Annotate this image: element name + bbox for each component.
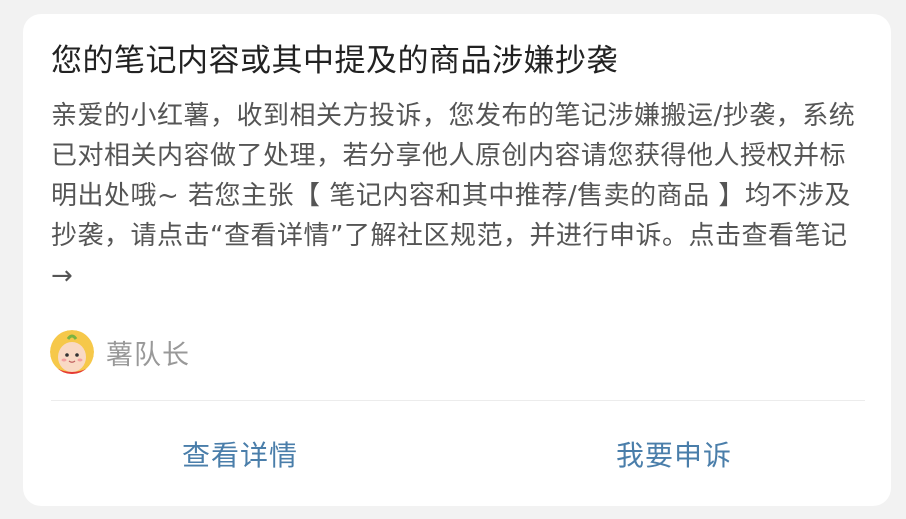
sender-name: 薯队长 [106,339,190,371]
action-bar: 查看详情 我要申诉 [23,401,891,506]
sender-info: 薯队长 [50,330,190,374]
view-details-button[interactable]: 查看详情 [23,401,457,506]
notice-body[interactable]: 亲爱的小红薯，收到相关方投诉，您发布的笔记涉嫌搬运/抄袭，系统已对相关内容做了处… [51,96,863,296]
notice-title: 您的笔记内容或其中提及的商品涉嫌抄袭 [51,43,618,79]
notification-card: 您的笔记内容或其中提及的商品涉嫌抄袭 亲爱的小红薯，收到相关方投诉，您发布的笔记… [23,14,891,506]
appeal-button[interactable]: 我要申诉 [457,401,891,506]
potato-mascot-avatar-icon [50,330,94,374]
